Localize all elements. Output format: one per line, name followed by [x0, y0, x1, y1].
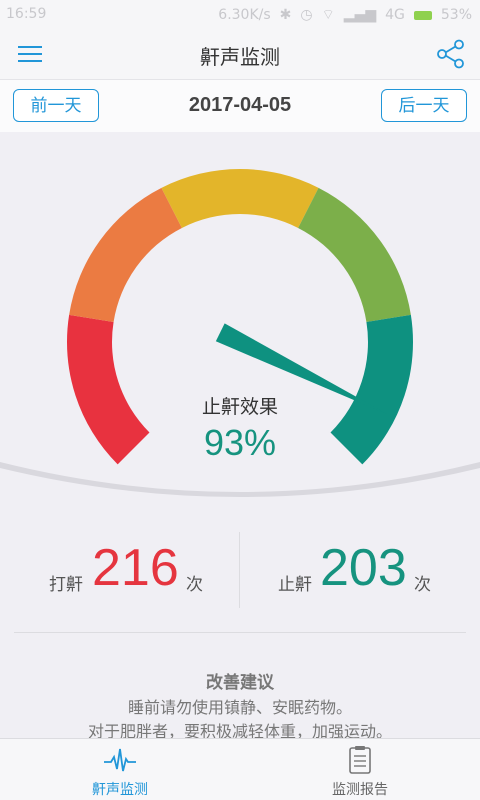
status-right: 6.30K/s ✱ ◷ ⌔ ▂▄▆ 4G 53% [218, 6, 472, 24]
advice-line: 睡前请勿使用镇静、安眠药物。 [127, 698, 352, 717]
stopped-label: 止鼾 [278, 575, 312, 595]
gauge-value: 93% [203, 422, 277, 463]
bluetooth-icon: ✱ [279, 7, 292, 23]
next-day-button[interactable]: 后一天 [381, 89, 467, 122]
advice-title: 改善建议 [206, 673, 274, 693]
waveform-icon [104, 748, 136, 772]
tab-label: 鼾声监测 [92, 782, 148, 798]
snore-label: 打鼾 [49, 575, 83, 595]
alarm-icon: ◷ [300, 7, 313, 23]
stopped-value: 203 [320, 539, 407, 597]
tab-monitor-report[interactable]: 监测报告 [240, 739, 480, 800]
gauge-segment [161, 169, 319, 228]
gauge-segment [298, 187, 411, 322]
section-divider [14, 632, 466, 633]
stats-row: 打鼾 216 次 止鼾 203 次 [0, 532, 480, 610]
gauge-segment [69, 187, 182, 322]
status-time: 16:59 [6, 6, 47, 22]
share-icon[interactable] [436, 39, 466, 69]
battery-level: 53% [440, 7, 472, 23]
tab-label: 监测报告 [332, 782, 388, 798]
tab-snore-monitor[interactable]: 鼾声监测 [0, 739, 240, 800]
network-type: 4G [385, 7, 405, 23]
gauge-panel: 止鼾效果 93% [0, 132, 480, 497]
stats-divider [239, 532, 240, 608]
stopped-unit: 次 [414, 575, 431, 595]
snore-unit: 次 [186, 575, 203, 595]
date-navigation: 前一天 2017-04-05 后一天 [0, 80, 480, 132]
advice-section: 改善建议 睡前请勿使用镇静、安眠药物。 对于肥胖者，要积极减轻体重，加强运动。 [0, 668, 480, 742]
snore-count: 打鼾 216 次 [0, 532, 240, 610]
signal-icon: ▂▄▆ [343, 7, 377, 23]
status-bar: 16:59 6.30K/s ✱ ◷ ⌔ ▂▄▆ 4G 53% [0, 0, 480, 30]
clipboard-icon [349, 746, 371, 774]
bottom-tab-bar: 鼾声监测 监测报告 [0, 738, 480, 800]
battery-icon [413, 10, 432, 20]
app-bar: 鼾声监测 [0, 30, 480, 80]
wifi-icon: ⌔ [321, 7, 335, 23]
net-speed: 6.30K/s [218, 7, 271, 23]
snore-value: 216 [92, 539, 179, 597]
page-title: 鼾声监测 [200, 45, 280, 69]
gauge-label: 止鼾效果 [201, 396, 278, 418]
stopped-count: 止鼾 203 次 [240, 532, 480, 610]
